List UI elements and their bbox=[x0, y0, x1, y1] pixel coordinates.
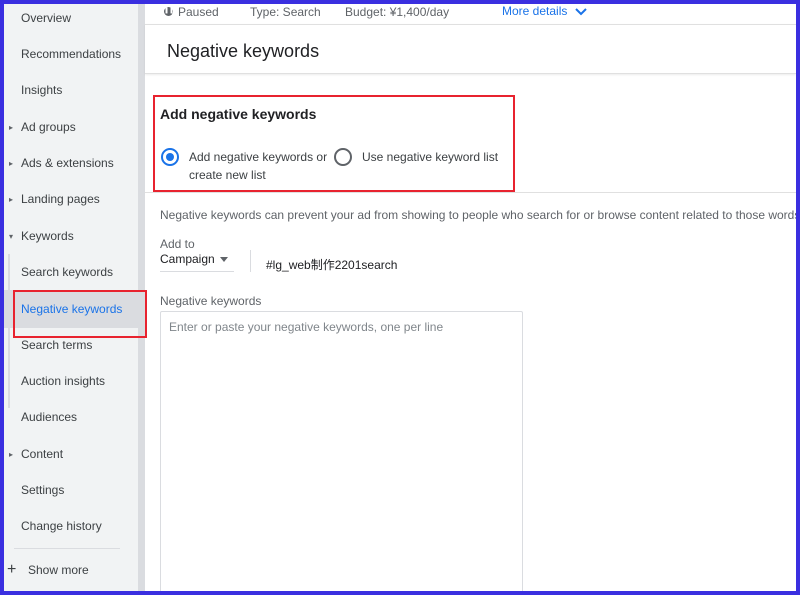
sidebar-item-change-history[interactable]: Change history bbox=[4, 508, 138, 544]
sidebar-item-label: Landing pages bbox=[21, 192, 100, 206]
campaign-budget: Budget: ¥1,400/day bbox=[345, 5, 450, 19]
sidebar-item-keywords[interactable]: ▾ Keywords bbox=[4, 218, 138, 254]
campaign-summary-bar: ❚❚ Paused Type: Search Budget: ¥1,400/da… bbox=[145, 0, 796, 24]
sidebar-item-auction-insights[interactable]: Auction insights bbox=[4, 363, 138, 399]
sidebar-item-label: Auction insights bbox=[21, 374, 106, 388]
more-details-link[interactable]: More details bbox=[502, 4, 587, 18]
vertical-separator bbox=[250, 250, 251, 272]
negative-keywords-description: Negative keywords can prevent your ad fr… bbox=[160, 208, 800, 222]
sidebar-item-label: Keywords bbox=[21, 229, 74, 243]
highlight-box-add-section bbox=[153, 95, 515, 192]
sidebar-item-ads-extensions[interactable]: ▸ Ads & extensions bbox=[4, 145, 138, 181]
sidebar-item-label: Audiences bbox=[21, 410, 78, 424]
section-divider bbox=[145, 192, 796, 193]
sidebar-item-recommendations[interactable]: Recommendations bbox=[4, 36, 138, 72]
caret-right-icon: ▸ bbox=[9, 122, 14, 132]
negative-keywords-field-label: Negative keywords bbox=[160, 294, 262, 308]
sidebar-item-overview[interactable]: Overview bbox=[4, 0, 138, 36]
sidebar-item-label: Search keywords bbox=[21, 265, 114, 279]
sidebar-item-content[interactable]: ▸ Content bbox=[4, 436, 138, 472]
sidebar-item-label: Settings bbox=[21, 483, 65, 497]
caret-right-icon: ▸ bbox=[9, 449, 14, 459]
sidebar-item-label: Recommendations bbox=[21, 47, 122, 61]
sidebar-item-audiences[interactable]: Audiences bbox=[4, 399, 138, 435]
more-details-label: More details bbox=[502, 4, 568, 18]
dropdown-underline bbox=[160, 271, 234, 272]
sidebar-item-label: Search terms bbox=[21, 338, 93, 352]
sidebar-item-landing-pages[interactable]: ▸ Landing pages bbox=[4, 181, 138, 217]
page-header: Negative keywords bbox=[145, 24, 796, 74]
show-more-label: Show more bbox=[28, 563, 89, 577]
page-title: Negative keywords bbox=[167, 41, 320, 61]
add-to-label: Add to bbox=[160, 237, 195, 251]
caret-down-icon: ▾ bbox=[9, 231, 14, 241]
sidebar-item-search-keywords[interactable]: Search keywords bbox=[4, 254, 138, 290]
add-to-selected-value: Campaign bbox=[160, 252, 215, 266]
add-to-level-dropdown[interactable]: Campaign bbox=[160, 252, 234, 272]
status-text: Paused bbox=[178, 5, 219, 19]
sidebar-item-settings[interactable]: Settings bbox=[4, 472, 138, 508]
sidebar-item-label: Overview bbox=[21, 11, 72, 25]
sidebar-item-label: Change history bbox=[21, 519, 102, 533]
plus-icon: + bbox=[7, 561, 17, 578]
dropdown-arrow-icon bbox=[220, 257, 228, 262]
caret-right-icon: ▸ bbox=[9, 194, 14, 204]
sidebar-item-label: Insights bbox=[21, 83, 63, 97]
sidebar-item-label: Content bbox=[21, 447, 64, 461]
sidebar-item-ad-groups[interactable]: ▸ Ad groups bbox=[4, 109, 138, 145]
campaign-type: Type: Search bbox=[250, 5, 321, 19]
caret-right-icon: ▸ bbox=[9, 158, 14, 168]
highlight-box-negative-keywords-nav bbox=[13, 290, 147, 338]
sidebar-item-insights[interactable]: Insights bbox=[4, 72, 138, 108]
sidebar-item-label: Ads & extensions bbox=[21, 156, 114, 170]
sidebar-divider bbox=[14, 548, 120, 549]
sidebar-item-label: Ad groups bbox=[21, 120, 76, 134]
paused-status-icon: ❚❚ bbox=[164, 7, 175, 16]
show-more-button[interactable]: + Show more bbox=[4, 558, 138, 582]
campaign-name: #lg_web制作2201search bbox=[266, 258, 398, 272]
chevron-down-icon bbox=[575, 8, 587, 16]
negative-keywords-textarea[interactable] bbox=[160, 311, 523, 595]
